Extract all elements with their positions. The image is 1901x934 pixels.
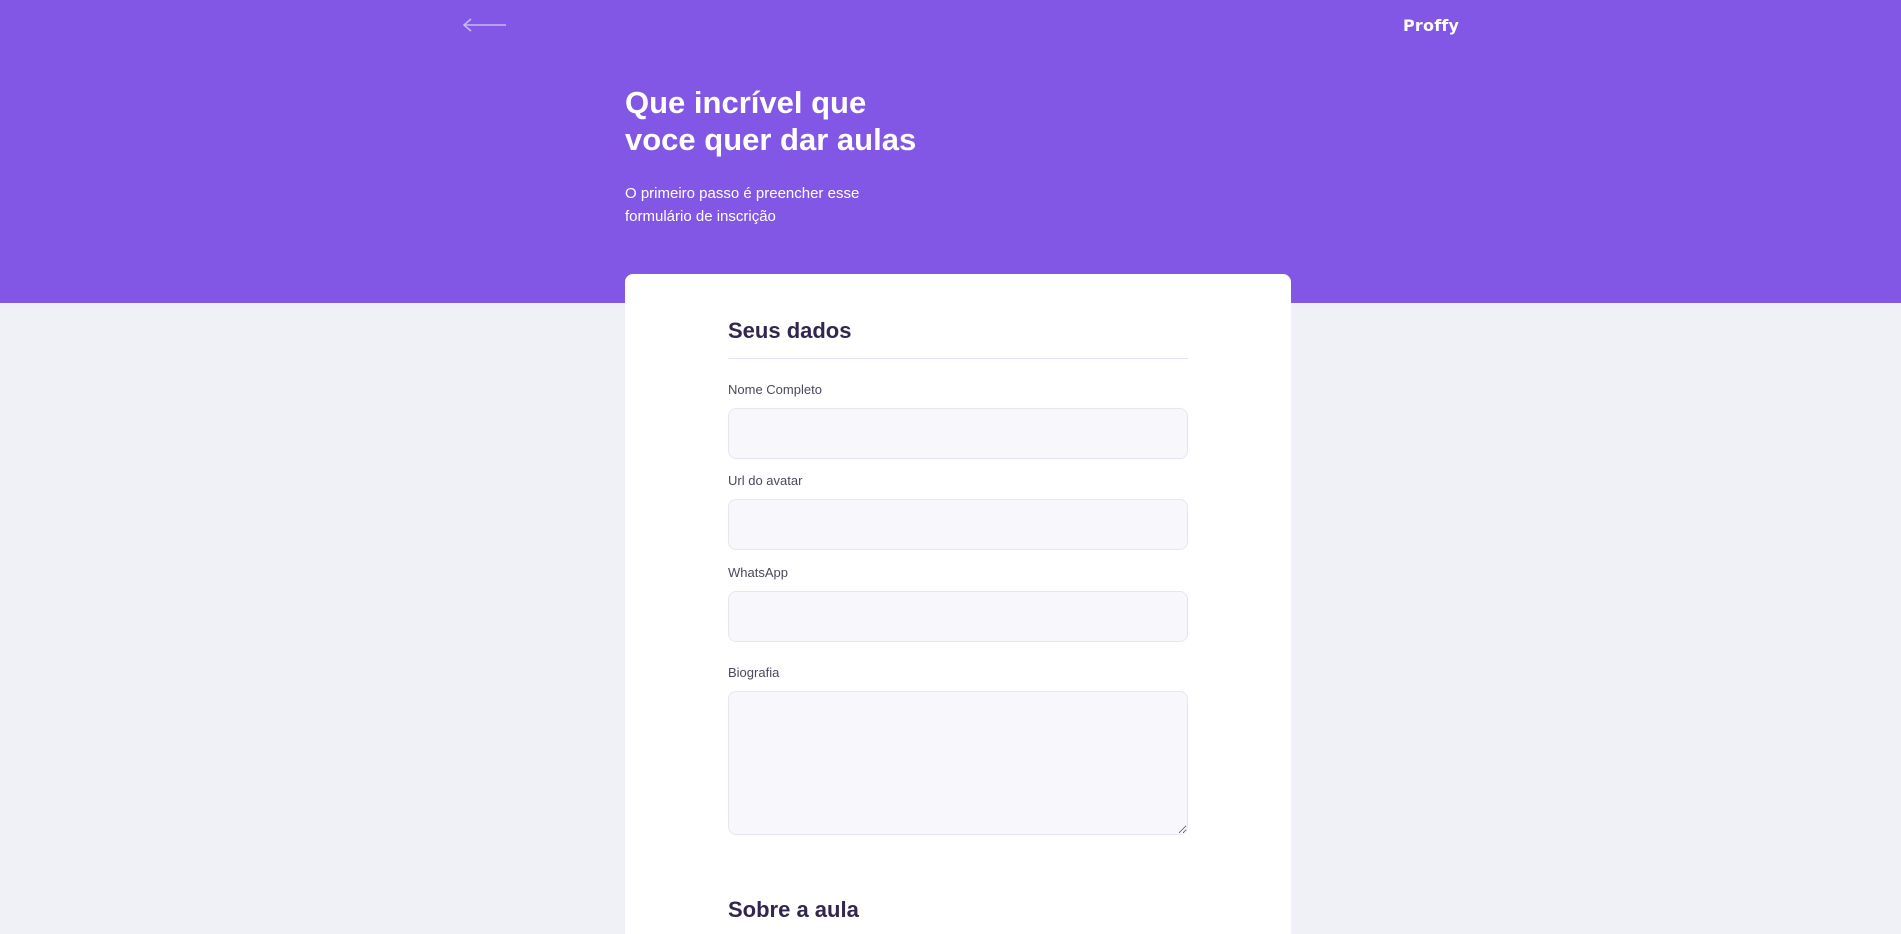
name-label: Nome Completo [728,382,822,397]
arrow-left-icon [462,18,506,32]
whatsapp-field[interactable] [728,591,1188,642]
section-title-class: Sobre a aula [728,897,859,922]
bio-textarea[interactable] [728,691,1188,835]
section-title-personal: Seus dados [728,318,852,343]
page-header: Proffy Que incrível que voce quer dar au… [0,0,1901,303]
page-title-line-2: voce quer dar aulas [625,122,917,157]
back-button[interactable] [462,14,508,36]
page-subtitle-line-2: formulário de inscrição [625,208,776,225]
teacher-form-card: Seus dados Nome Completo Url do avatar W… [625,274,1291,934]
name-field[interactable] [728,408,1188,459]
page-subtitle-line-1: O primeiro passo é preencher esse [625,185,860,202]
logo: Proffy [1403,16,1460,35]
bio-label: Biografia [728,665,780,680]
page-title: Que incrível que voce quer dar aulas [625,84,985,158]
avatar-label: Url do avatar [728,473,803,488]
avatar-url-field[interactable] [728,499,1188,550]
page-subtitle: O primeiro passo é preencher esse formul… [625,182,905,228]
whatsapp-label: WhatsApp [728,565,788,580]
page-title-line-1: Que incrível que [625,85,867,120]
section-divider [728,358,1188,359]
